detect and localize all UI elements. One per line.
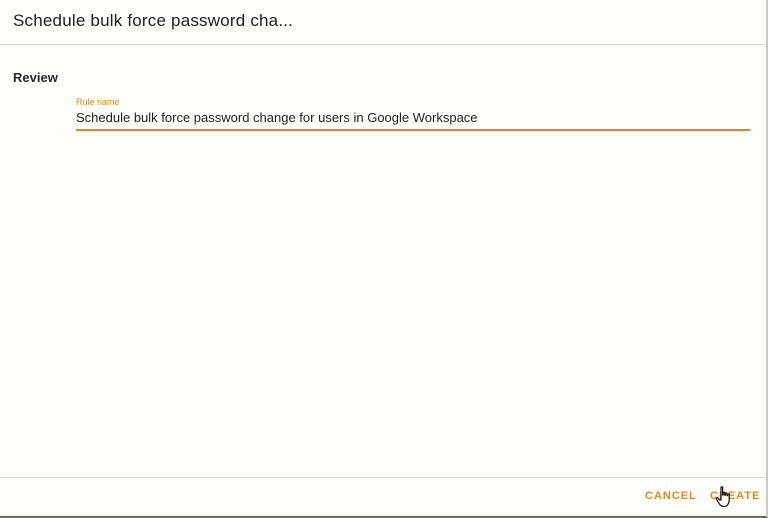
review-section-label: Review <box>13 70 58 85</box>
schedule-rule-dialog: Schedule bulk force password cha... Revi… <box>0 0 768 518</box>
dialog-title: Schedule bulk force password cha... <box>13 11 294 30</box>
dialog-footer: CANCEL CREATE <box>0 477 766 516</box>
hand-pointer-icon <box>715 486 730 508</box>
rule-name-label: Rule name <box>76 97 120 107</box>
dialog-header: Schedule bulk force password cha... <box>0 0 766 45</box>
rule-name-input[interactable] <box>76 110 748 125</box>
rule-name-field[interactable]: Rule name <box>76 96 750 131</box>
cancel-button[interactable]: CANCEL <box>645 490 697 502</box>
